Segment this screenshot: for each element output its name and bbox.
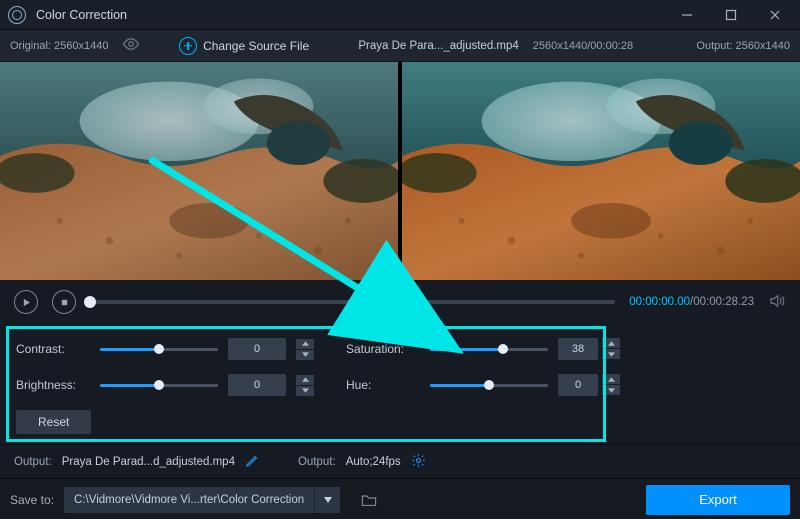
saturation-step-up[interactable]: [602, 338, 620, 348]
output-row: Output: Praya De Parad...d_adjusted.mp4 …: [0, 444, 800, 478]
seek-knob[interactable]: [84, 296, 96, 308]
output-format-label: Output:: [298, 456, 336, 468]
close-button[interactable]: [758, 4, 792, 26]
brightness-label: Brightness:: [16, 378, 90, 392]
saturation-step-down[interactable]: [602, 349, 620, 359]
timecode: 00:00:00.00/00:00:28.23: [629, 296, 754, 308]
color-sliders-panel: Contrast: 0 Saturation: 38 Brightness: 0: [0, 324, 800, 444]
contrast-step-up[interactable]: [296, 339, 314, 349]
app-logo-icon: [8, 6, 26, 24]
output-format-value: Auto;24fps: [346, 456, 401, 468]
title-bar: Color Correction: [0, 0, 800, 30]
saturation-slider[interactable]: [430, 348, 548, 351]
preview-toggle-icon[interactable]: [122, 35, 140, 56]
volume-icon[interactable]: [768, 292, 786, 313]
save-path-field[interactable]: C:\Vidmore\Vidmore Vi...rter\Color Corre…: [64, 487, 314, 513]
window-title: Color Correction: [36, 8, 127, 22]
brightness-slider[interactable]: [100, 384, 218, 387]
hue-step-up[interactable]: [602, 374, 620, 384]
change-source-button[interactable]: Change Source File: [179, 37, 309, 55]
save-row: Save to: C:\Vidmore\Vidmore Vi...rter\Co…: [0, 478, 800, 519]
save-to-label: Save to:: [10, 493, 54, 507]
hue-value[interactable]: 0: [558, 374, 598, 396]
output-file-label: Output:: [14, 456, 52, 468]
hue-slider[interactable]: [430, 384, 548, 387]
preview-area: [0, 62, 800, 280]
hue-label: Hue:: [346, 378, 420, 392]
source-filename: Praya De Para..._adjusted.mp4: [358, 40, 518, 52]
original-preview: [0, 62, 398, 280]
save-path-dropdown[interactable]: [314, 487, 340, 513]
seek-slider[interactable]: [90, 300, 615, 304]
contrast-step-down[interactable]: [296, 350, 314, 360]
maximize-button[interactable]: [714, 4, 748, 26]
saturation-label: Saturation:: [346, 342, 420, 356]
brightness-step-down[interactable]: [296, 386, 314, 396]
playback-row: 00:00:00.00/00:00:28.23: [0, 280, 800, 324]
source-toolbar: Original: 2560x1440 Change Source File P…: [0, 30, 800, 62]
original-label: Original: 2560x1440: [10, 40, 108, 52]
output-label: Output: 2560x1440: [696, 40, 790, 52]
rename-output-button[interactable]: [245, 453, 260, 471]
minimize-button[interactable]: [670, 4, 704, 26]
reset-button[interactable]: Reset: [16, 410, 91, 434]
contrast-slider[interactable]: [100, 348, 218, 351]
change-source-label: Change Source File: [203, 39, 309, 53]
contrast-label: Contrast:: [16, 342, 90, 356]
play-button[interactable]: [14, 290, 38, 314]
plus-icon: [179, 37, 197, 55]
contrast-value[interactable]: 0: [228, 338, 286, 360]
export-button[interactable]: Export: [646, 485, 790, 515]
saturation-value[interactable]: 38: [558, 338, 598, 360]
open-folder-button[interactable]: [356, 487, 382, 513]
adjusted-preview: [402, 62, 800, 280]
output-settings-button[interactable]: [411, 453, 426, 471]
hue-step-down[interactable]: [602, 385, 620, 395]
brightness-value[interactable]: 0: [228, 374, 286, 396]
source-metadata: 2560x1440/00:00:28: [533, 40, 633, 52]
output-file-value: Praya De Parad...d_adjusted.mp4: [62, 456, 235, 468]
stop-button[interactable]: [52, 290, 76, 314]
brightness-step-up[interactable]: [296, 375, 314, 385]
